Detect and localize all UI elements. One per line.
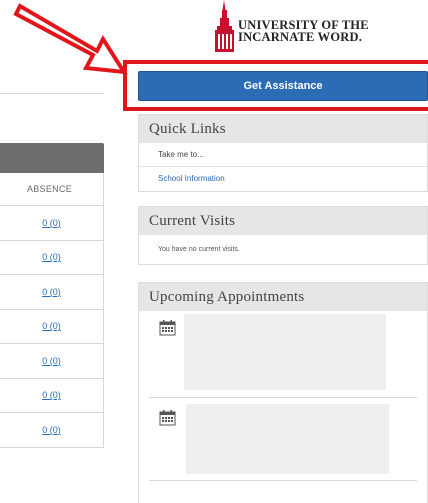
- calendar-icon: [159, 410, 176, 426]
- absence-link[interactable]: 0 (0): [42, 287, 61, 297]
- table-row: 0 (0): [0, 413, 104, 448]
- absence-link[interactable]: 0 (0): [42, 218, 61, 228]
- upcoming-appointments-panel: Upcoming Appointments: [138, 282, 428, 503]
- current-visits-panel: Current Visits You have no current visit…: [138, 206, 428, 265]
- table-row: 0 (0): [0, 240, 104, 275]
- table-row: 0 (0): [0, 309, 104, 344]
- table-header-bar: [0, 143, 104, 173]
- absence-link[interactable]: 0 (0): [42, 356, 61, 366]
- appointment-separator: [149, 397, 417, 398]
- absence-link[interactable]: 0 (0): [42, 425, 61, 435]
- absence-link[interactable]: 0 (0): [42, 321, 61, 331]
- current-visits-title: Current Visits: [139, 207, 427, 235]
- logo-wordmark: UNIVERSITY OF THE INCARNATE WORD.: [238, 19, 369, 44]
- quick-links-panel: Quick Links Take me to... School Informa…: [138, 114, 428, 192]
- get-assistance-button[interactable]: Get Assistance: [138, 71, 428, 101]
- school-information-link[interactable]: School Information: [139, 167, 427, 190]
- calendar-icon: [159, 320, 176, 336]
- appointment-separator: [149, 480, 417, 481]
- table-row: 0 (0): [0, 206, 104, 241]
- attendance-table: ABSENCE 0 (0) 0 (0) 0 (0) 0 (0) 0 (0) 0 …: [0, 143, 104, 448]
- appointment-placeholder: [186, 404, 389, 474]
- no-visits-message: You have no current visits.: [158, 245, 240, 253]
- upcoming-appointments-title: Upcoming Appointments: [139, 283, 427, 311]
- table-row: 0 (0): [0, 378, 104, 413]
- appointment-placeholder: [184, 314, 386, 390]
- table-row: 0 (0): [0, 275, 104, 310]
- absence-link[interactable]: 0 (0): [42, 252, 61, 262]
- quick-links-title: Quick Links: [139, 115, 427, 143]
- logo-line-2: INCARNATE WORD.: [238, 30, 363, 44]
- absence-link[interactable]: 0 (0): [42, 390, 61, 400]
- annotation-arrow: [13, 3, 128, 75]
- table-row: 0 (0): [0, 344, 104, 379]
- left-divider: [0, 93, 104, 94]
- quick-links-take-me-to: Take me to...: [139, 143, 427, 167]
- absence-column-header: ABSENCE: [0, 173, 104, 206]
